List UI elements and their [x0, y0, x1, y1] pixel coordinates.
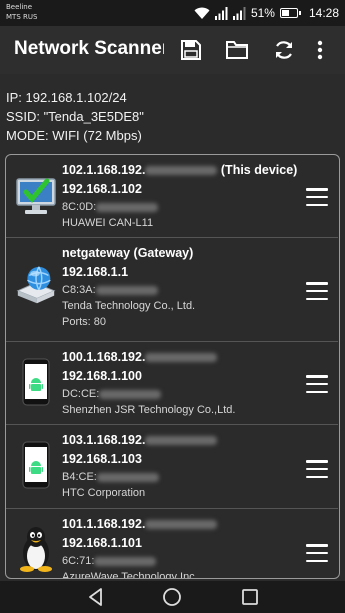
device-vendor: Tenda Technology Co., Ltd.: [62, 300, 196, 312]
device-hostname: 102.1.168.192.: [62, 163, 146, 177]
carrier-info: Beeline MTS RUS: [6, 2, 37, 22]
linux-penguin-icon: [14, 525, 58, 573]
device-ip: 192.168.1.101: [62, 536, 142, 550]
redacted-mac: [96, 202, 159, 212]
mode-info: MODE: WIFI (72 Mbps): [6, 128, 142, 143]
row-menu-icon[interactable]: [306, 460, 328, 478]
signal-1-icon: [214, 6, 228, 20]
device-hostname: netgateway (Gateway): [62, 246, 194, 260]
device-vendor: Shenzhen JSR Technology Co.,Ltd.: [62, 404, 236, 416]
device-ip: 192.168.1.1: [62, 265, 129, 279]
device-mac: DC:CE:: [62, 388, 100, 400]
device-vendor: HTC Corporation: [62, 487, 146, 499]
device-row[interactable]: 102.1.168.192. (This device) 192.168.1.1…: [6, 155, 338, 238]
android-phone-icon: [14, 358, 58, 406]
redacted-hostname: [145, 520, 218, 530]
redacted-mac: [95, 285, 158, 295]
android-phone-icon: [14, 441, 58, 489]
status-bar: Beeline MTS RUS 51% 14:28: [0, 0, 345, 26]
signal-2-icon: [232, 6, 246, 20]
router-globe-icon: [14, 262, 58, 310]
home-icon[interactable]: [162, 587, 182, 607]
device-vendor: AzureWave Technology Inc.: [62, 571, 198, 579]
device-mac: 8C:0D:: [62, 201, 97, 213]
this-device-label: (This device): [217, 163, 298, 177]
refresh-icon[interactable]: [270, 36, 298, 64]
redacted-mac: [94, 556, 157, 566]
device-row[interactable]: netgateway (Gateway) 192.168.1.1 C8:3A: …: [6, 238, 338, 342]
device-list[interactable]: 102.1.168.192. (This device) 192.168.1.1…: [5, 154, 340, 579]
ssid-info: SSID: "Tenda_3E5DE8": [6, 109, 144, 124]
redacted-hostname: [145, 436, 218, 446]
app-title: Network Scanner: [14, 38, 164, 59]
device-ip: 192.168.1.103: [62, 452, 142, 466]
clock: 14:28: [308, 6, 339, 20]
carrier-2: MTS RUS: [6, 13, 38, 21]
device-hostname: 101.1.168.192.: [62, 517, 146, 531]
device-ip: 192.168.1.100: [62, 369, 142, 383]
row-menu-icon[interactable]: [306, 544, 328, 562]
device-row[interactable]: 100.1.168.192. 192.168.1.100 DC:CE: Shen…: [6, 342, 338, 425]
folder-icon[interactable]: [223, 36, 251, 64]
device-ports: Ports: 80: [62, 316, 107, 328]
save-icon[interactable]: [177, 36, 205, 64]
monitor-check-icon: [14, 171, 58, 219]
row-menu-icon[interactable]: [306, 375, 328, 393]
row-menu-icon[interactable]: [306, 188, 328, 206]
row-menu-icon[interactable]: [306, 282, 328, 300]
device-ip: 192.168.1.102: [62, 182, 142, 196]
device-mac: B4:CE:: [62, 471, 97, 483]
back-icon[interactable]: [86, 587, 106, 607]
ip-info: IP: 192.168.1.102/24: [6, 90, 127, 105]
battery-icon: [279, 8, 301, 18]
app-toolbar: Network Scanner: [0, 26, 345, 74]
device-mac: C8:3A:: [62, 284, 96, 296]
network-info: IP: 192.168.1.102/24 SSID: "Tenda_3E5DE8…: [6, 88, 144, 145]
redacted-hostname: [145, 353, 218, 363]
recents-icon[interactable]: [240, 587, 260, 607]
device-hostname: 103.1.168.192.: [62, 433, 146, 447]
wifi-icon: [194, 7, 210, 19]
redacted-mac: [99, 389, 162, 399]
overflow-menu-icon[interactable]: [310, 36, 330, 64]
device-hostname: 100.1.168.192.: [62, 350, 146, 364]
redacted-hostname: [145, 166, 218, 176]
device-mac: 6C:71:: [62, 555, 95, 567]
carrier-1: Beeline: [6, 3, 33, 11]
device-row[interactable]: 103.1.168.192. 192.168.1.103 B4:CE: HTC …: [6, 425, 338, 509]
device-vendor: HUAWEI CAN-L11: [62, 217, 154, 229]
device-row[interactable]: 101.1.168.192. 192.168.1.101 6C:71: Azur…: [6, 509, 338, 579]
battery-percent: 51%: [250, 6, 275, 20]
redacted-mac: [96, 472, 159, 482]
navigation-bar: [0, 581, 345, 613]
